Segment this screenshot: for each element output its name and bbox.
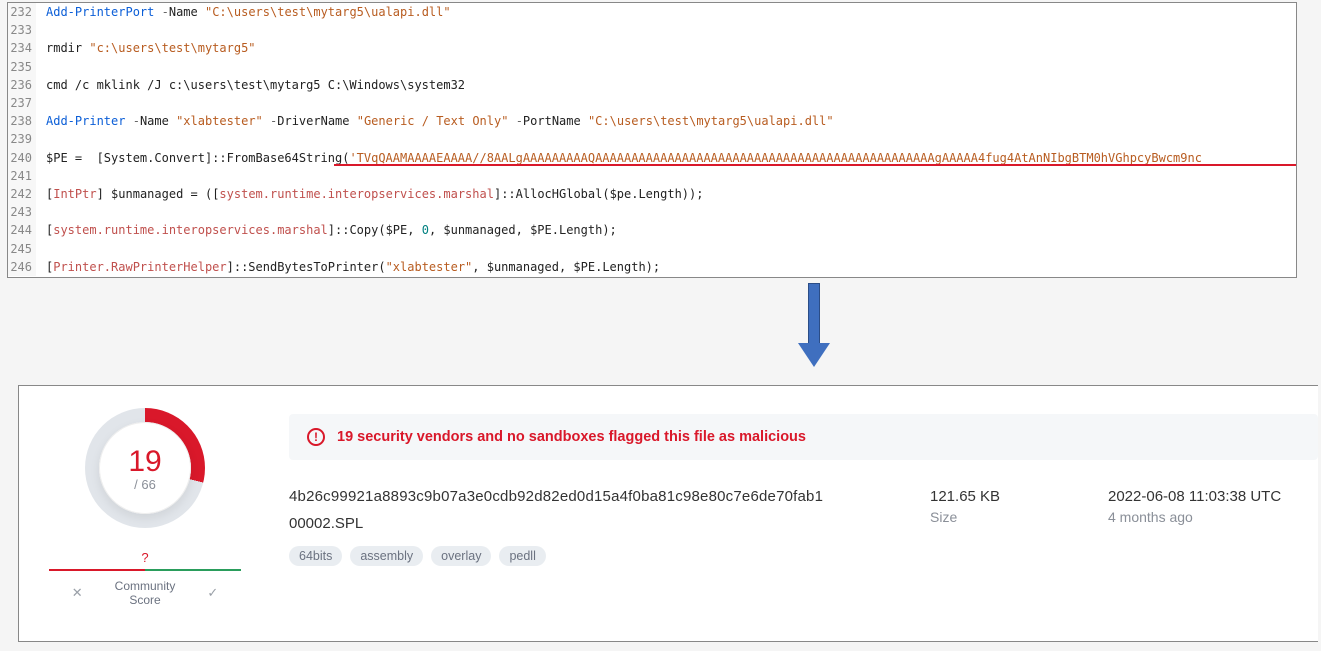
line-number: 238 [8,112,36,130]
line-number: 233 [8,21,36,39]
code-line: 232Add-PrinterPort -Name "C:\users\test\… [8,3,1296,21]
vt-score-column: 19 / 66 ? ✕ Community Score ✓ [19,386,271,641]
code-line: 245 [8,240,1296,258]
code-content [36,58,1296,76]
line-number: 241 [8,167,36,185]
line-number: 242 [8,185,36,203]
line-number: 235 [8,58,36,76]
flow-arrow [800,283,828,367]
line-number: 240 [8,149,36,167]
code-content [36,21,1296,39]
line-number: 239 [8,130,36,148]
file-size: 121.65 KB [930,488,1060,505]
code-content [36,94,1296,112]
tag-assembly[interactable]: assembly [350,546,423,566]
code-content: $PE = [System.Convert]::FromBase64String… [36,149,1296,167]
code-content [36,130,1296,148]
detection-gauge: 19 / 66 [85,408,205,528]
code-content: [system.runtime.interopservices.marshal]… [36,221,1296,239]
code-content: cmd /c mklink /J c:\users\test\mytarg5 C… [36,76,1296,94]
detections-total: / 66 [134,477,156,492]
vt-result-panel: 19 / 66 ? ✕ Community Score ✓ ! 19 secur… [18,385,1318,642]
detections-count: 19 [128,445,161,479]
tag-overlay[interactable]: overlay [431,546,491,566]
line-number: 237 [8,94,36,112]
community-score-label: Community Score [115,579,176,607]
line-number: 244 [8,221,36,239]
tag-pedll[interactable]: pedll [499,546,545,566]
check-icon[interactable]: ✓ [207,585,218,601]
code-line: 236cmd /c mklink /J c:\users\test\mytarg… [8,76,1296,94]
code-editor: 232Add-PrinterPort -Name "C:\users\test\… [7,2,1297,278]
code-content: rmdir "c:\users\test\mytarg5" [36,39,1296,57]
analysis-time: 2022-06-08 11:03:38 UTC [1108,488,1318,505]
code-line: 241 [8,167,1296,185]
file-tags: 64bits assembly overlay pedll [289,546,882,566]
tag-64bits[interactable]: 64bits [289,546,342,566]
code-line: 237 [8,94,1296,112]
line-number: 236 [8,76,36,94]
line-number: 232 [8,3,36,21]
code-line: 235 [8,58,1296,76]
alert-icon: ! [307,428,325,446]
close-icon[interactable]: ✕ [72,585,83,601]
code-line: 238Add-Printer -Name "xlabtester" -Drive… [8,112,1296,130]
community-score-bar [49,569,241,571]
alert-text: 19 security vendors and no sandboxes fla… [337,429,806,445]
malicious-alert: ! 19 security vendors and no sandboxes f… [289,414,1318,460]
code-line: 242[IntPtr] $unmanaged = ([system.runtim… [8,185,1296,203]
highlighted-base64 [334,164,1296,166]
code-content [36,240,1296,258]
code-line: 243 [8,203,1296,221]
line-number: 246 [8,258,36,276]
file-hash: 4b26c99921a8893c9b07a3e0cdb92d82ed0d15a4… [289,488,882,505]
code-content [36,203,1296,221]
analysis-relative-time: 4 months ago [1108,509,1318,525]
code-content: Add-Printer -Name "xlabtester" -DriverNa… [36,112,1296,130]
line-number: 234 [8,39,36,57]
code-content: Add-PrinterPort -Name "C:\users\test\myt… [36,3,1296,21]
code-line: 240$PE = [System.Convert]::FromBase64Str… [8,149,1296,167]
code-line: 239 [8,130,1296,148]
code-line: 246[Printer.RawPrinterHelper]::SendBytes… [8,258,1296,276]
code-content [36,167,1296,185]
file-size-label: Size [930,509,1060,525]
code-line: 233 [8,21,1296,39]
code-line: 234rmdir "c:\users\test\mytarg5" [8,39,1296,57]
line-number: 243 [8,203,36,221]
file-name: 00002.SPL [289,515,882,532]
community-score-unknown: ? [141,550,148,565]
code-content: [Printer.RawPrinterHelper]::SendBytesToP… [36,258,1296,276]
code-line: 244[system.runtime.interopservices.marsh… [8,221,1296,239]
vt-detail-column: ! 19 security vendors and no sandboxes f… [271,386,1318,641]
code-content: [IntPtr] $unmanaged = ([system.runtime.i… [36,185,1296,203]
line-number: 245 [8,240,36,258]
